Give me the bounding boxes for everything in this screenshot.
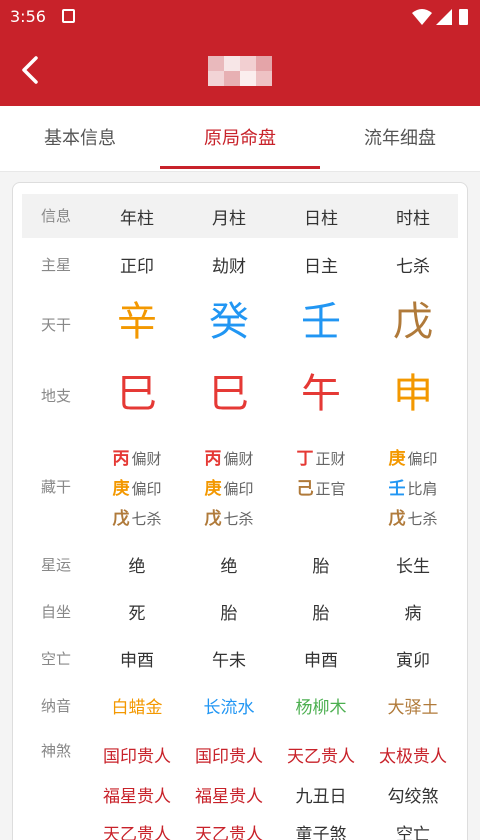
shensha-item[interactable]: 勾绞煞 xyxy=(368,782,458,807)
xingyun-hour: 长生 xyxy=(396,557,430,577)
shensha-item[interactable]: 国印贵人 xyxy=(92,742,182,767)
canggan-item: 丙偏财 xyxy=(204,449,254,469)
blurred-title xyxy=(208,56,272,86)
kongwang-year: 申酉 xyxy=(120,651,154,671)
kongwang-hour: 寅卯 xyxy=(396,651,430,671)
canggan-item: 庚偏印 xyxy=(112,479,162,499)
shensha-item[interactable]: 国印贵人 xyxy=(184,742,274,767)
canggan-item: 戊七杀 xyxy=(388,509,438,529)
zhuxing-month: 劫财 xyxy=(212,257,246,277)
tab-bar: 基本信息 原局命盘 流年细盘 xyxy=(0,106,480,172)
kongwang-day: 申酉 xyxy=(304,651,338,671)
header-label: 信息 xyxy=(40,207,71,225)
canggan-item: 壬比肩 xyxy=(388,479,438,499)
wifi-icon xyxy=(412,9,432,25)
tab-annual-chart[interactable]: 流年细盘 xyxy=(320,106,480,172)
tab-basic-info[interactable]: 基本信息 xyxy=(0,106,160,172)
dizhi-day: 午 xyxy=(301,371,341,417)
shensha-item[interactable]: 天乙贵人 xyxy=(92,820,182,840)
canggan-item: 戊七杀 xyxy=(204,509,254,529)
tiangan-year: 辛 xyxy=(117,299,157,345)
dizhi-year: 巳 xyxy=(117,371,157,417)
canggan-item: 庚偏印 xyxy=(204,479,254,499)
zizuo-day: 胎 xyxy=(312,604,330,624)
row-label-zhuxing: 主星 xyxy=(40,256,71,274)
canggan-item: 庚偏印 xyxy=(388,449,438,469)
row-label-canggan: 藏干 xyxy=(40,478,71,496)
canggan-item: 丙偏财 xyxy=(112,449,162,469)
shensha-item[interactable]: 天乙贵人 xyxy=(184,820,274,840)
zizuo-year: 死 xyxy=(128,604,146,624)
status-bar: 3:56 xyxy=(0,0,480,34)
zizuo-month: 胎 xyxy=(220,604,238,624)
zhuxing-day: 日主 xyxy=(304,257,338,277)
app-bar xyxy=(0,34,480,106)
nayin-month: 长流水 xyxy=(203,698,255,718)
row-label-xingyun: 星运 xyxy=(40,556,71,574)
battery-icon xyxy=(459,9,468,25)
tiangan-day: 壬 xyxy=(301,299,341,345)
status-time: 3:56 xyxy=(10,7,46,26)
tab-natal-chart[interactable]: 原局命盘 xyxy=(160,106,320,172)
row-label-kongwang: 空亡 xyxy=(40,650,71,668)
nayin-hour: 大驿土 xyxy=(387,698,439,718)
shensha-item[interactable]: 空亡 xyxy=(368,820,458,840)
kongwang-month: 午未 xyxy=(212,651,246,671)
row-label-tiangan: 天干 xyxy=(40,316,71,334)
dizhi-hour: 申 xyxy=(393,371,433,417)
shensha-item[interactable]: 童子煞 xyxy=(276,820,366,840)
back-arrow-icon[interactable] xyxy=(12,50,52,90)
zhuxing-hour: 七杀 xyxy=(396,257,430,277)
row-label-zizuo: 自坐 xyxy=(40,603,71,621)
row-label-dizhi: 地支 xyxy=(40,387,71,405)
xingyun-month: 绝 xyxy=(220,557,238,577)
canggan-item: 戊七杀 xyxy=(112,509,162,529)
xingyun-day: 胎 xyxy=(312,557,330,577)
tiangan-month: 癸 xyxy=(209,299,249,345)
shensha-item[interactable]: 九丑日 xyxy=(276,782,366,807)
signal-icon xyxy=(436,9,452,25)
shensha-item[interactable]: 福星贵人 xyxy=(92,782,182,807)
zhuxing-year: 正印 xyxy=(120,257,154,277)
xingyun-year: 绝 xyxy=(128,557,146,577)
header-year: 年柱 xyxy=(120,209,154,229)
dizhi-month: 巳 xyxy=(209,371,249,417)
tiangan-hour: 戊 xyxy=(393,299,433,345)
row-label-nayin: 纳音 xyxy=(40,697,71,715)
header-month: 月柱 xyxy=(212,209,246,229)
canggan-item: 丁正财 xyxy=(296,449,346,469)
row-label-shensha: 神煞 xyxy=(40,742,71,760)
nayin-day: 杨柳木 xyxy=(295,698,347,718)
nayin-year: 白蜡金 xyxy=(111,698,163,718)
shensha-item[interactable]: 太极贵人 xyxy=(368,742,458,767)
zizuo-hour: 病 xyxy=(404,604,422,624)
status-icons xyxy=(412,9,468,25)
header-day: 日柱 xyxy=(304,209,338,229)
shensha-item[interactable]: 天乙贵人 xyxy=(276,742,366,767)
shensha-item[interactable]: 福星贵人 xyxy=(184,782,274,807)
canggan-item: 己正官 xyxy=(296,479,346,499)
header-hour: 时柱 xyxy=(396,209,430,229)
active-tab-indicator xyxy=(160,166,320,169)
notification-icon xyxy=(62,9,75,23)
